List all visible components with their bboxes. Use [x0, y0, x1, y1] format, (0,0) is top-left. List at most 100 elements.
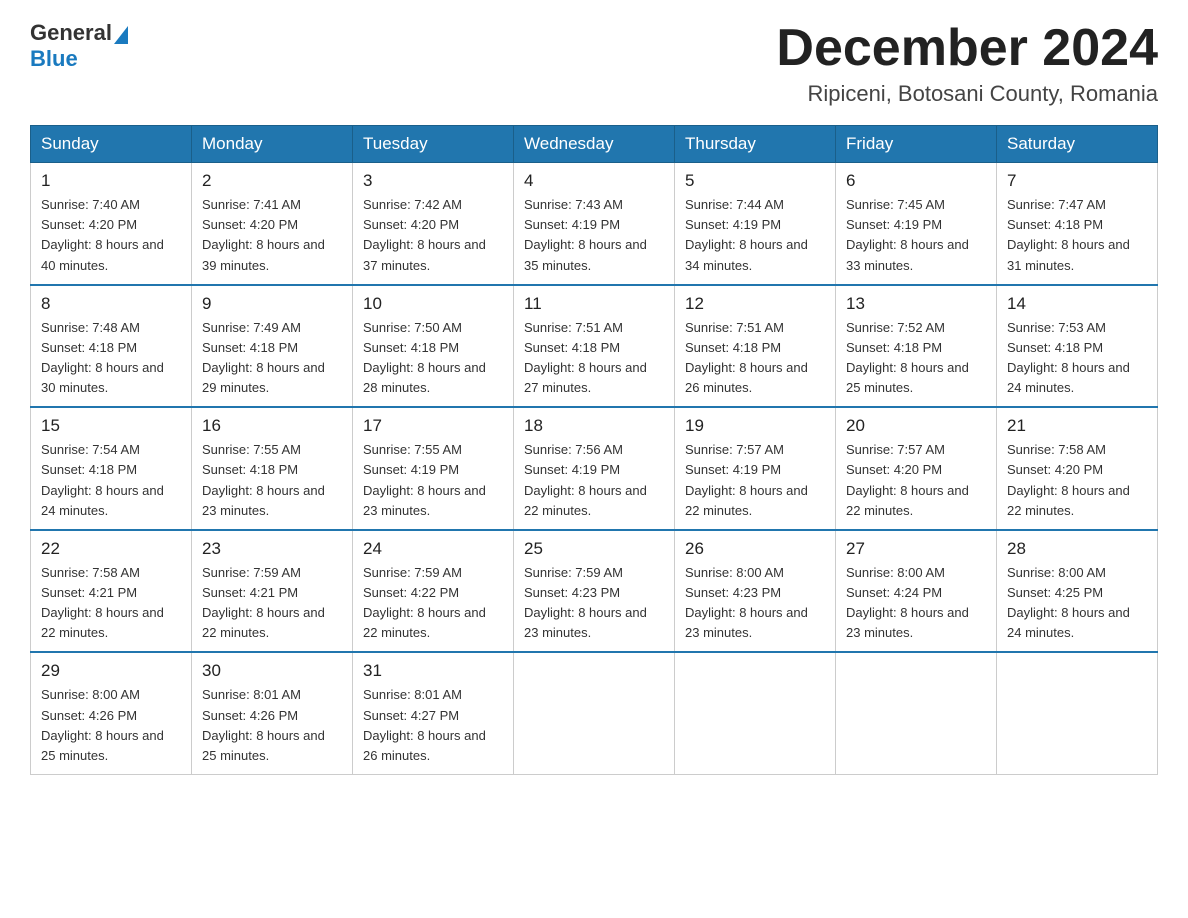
calendar-week-row: 15 Sunrise: 7:54 AMSunset: 4:18 PMDayligh… [31, 407, 1158, 530]
day-number: 11 [524, 294, 664, 314]
day-number: 2 [202, 171, 342, 191]
day-info: Sunrise: 8:00 AMSunset: 4:25 PMDaylight:… [1007, 563, 1147, 644]
day-number: 10 [363, 294, 503, 314]
day-info: Sunrise: 7:54 AMSunset: 4:18 PMDaylight:… [41, 440, 181, 521]
calendar-cell [997, 652, 1158, 774]
calendar-cell: 16 Sunrise: 7:55 AMSunset: 4:18 PMDayligh… [192, 407, 353, 530]
day-info: Sunrise: 7:48 AMSunset: 4:18 PMDaylight:… [41, 318, 181, 399]
calendar-cell [675, 652, 836, 774]
calendar-week-row: 29 Sunrise: 8:00 AMSunset: 4:26 PMDayligh… [31, 652, 1158, 774]
calendar-cell: 8 Sunrise: 7:48 AMSunset: 4:18 PMDaylight… [31, 285, 192, 408]
day-info: Sunrise: 7:59 AMSunset: 4:22 PMDaylight:… [363, 563, 503, 644]
day-info: Sunrise: 8:00 AMSunset: 4:26 PMDaylight:… [41, 685, 181, 766]
day-number: 1 [41, 171, 181, 191]
day-number: 24 [363, 539, 503, 559]
day-number: 22 [41, 539, 181, 559]
day-number: 12 [685, 294, 825, 314]
day-info: Sunrise: 7:43 AMSunset: 4:19 PMDaylight:… [524, 195, 664, 276]
month-title: December 2024 [776, 20, 1158, 77]
day-number: 23 [202, 539, 342, 559]
day-number: 25 [524, 539, 664, 559]
day-number: 7 [1007, 171, 1147, 191]
day-info: Sunrise: 7:57 AMSunset: 4:19 PMDaylight:… [685, 440, 825, 521]
day-info: Sunrise: 7:53 AMSunset: 4:18 PMDaylight:… [1007, 318, 1147, 399]
day-number: 4 [524, 171, 664, 191]
calendar-week-row: 1 Sunrise: 7:40 AMSunset: 4:20 PMDaylight… [31, 163, 1158, 285]
weekday-header-tuesday: Tuesday [353, 126, 514, 163]
calendar-cell: 27 Sunrise: 8:00 AMSunset: 4:24 PMDayligh… [836, 530, 997, 653]
day-number: 19 [685, 416, 825, 436]
page-header: General Blue December 2024 Ripiceni, Bot… [30, 20, 1158, 107]
calendar-cell: 9 Sunrise: 7:49 AMSunset: 4:18 PMDaylight… [192, 285, 353, 408]
day-info: Sunrise: 7:45 AMSunset: 4:19 PMDaylight:… [846, 195, 986, 276]
day-info: Sunrise: 7:50 AMSunset: 4:18 PMDaylight:… [363, 318, 503, 399]
calendar-cell: 3Sunrise: 7:42 AMSunset: 4:20 PMDaylight… [353, 163, 514, 285]
weekday-header-wednesday: Wednesday [514, 126, 675, 163]
calendar-cell: 17Sunrise: 7:55 AMSunset: 4:19 PMDayligh… [353, 407, 514, 530]
day-number: 26 [685, 539, 825, 559]
day-info: Sunrise: 7:47 AMSunset: 4:18 PMDaylight:… [1007, 195, 1147, 276]
day-info: Sunrise: 7:55 AMSunset: 4:18 PMDaylight:… [202, 440, 342, 521]
day-number: 13 [846, 294, 986, 314]
day-info: Sunrise: 7:59 AMSunset: 4:21 PMDaylight:… [202, 563, 342, 644]
day-number: 29 [41, 661, 181, 681]
calendar-cell: 2 Sunrise: 7:41 AMSunset: 4:20 PMDaylight… [192, 163, 353, 285]
calendar-cell: 21Sunrise: 7:58 AMSunset: 4:20 PMDayligh… [997, 407, 1158, 530]
calendar-cell: 15 Sunrise: 7:54 AMSunset: 4:18 PMDayligh… [31, 407, 192, 530]
day-number: 16 [202, 416, 342, 436]
day-info: Sunrise: 7:40 AMSunset: 4:20 PMDaylight:… [41, 195, 181, 276]
calendar-table: SundayMondayTuesdayWednesdayThursdayFrid… [30, 125, 1158, 775]
calendar-cell [836, 652, 997, 774]
calendar-cell: 7 Sunrise: 7:47 AMSunset: 4:18 PMDaylight… [997, 163, 1158, 285]
calendar-cell: 11 Sunrise: 7:51 AMSunset: 4:18 PMDayligh… [514, 285, 675, 408]
calendar-cell: 6 Sunrise: 7:45 AMSunset: 4:19 PMDaylight… [836, 163, 997, 285]
weekday-header-friday: Friday [836, 126, 997, 163]
day-number: 9 [202, 294, 342, 314]
day-number: 27 [846, 539, 986, 559]
day-number: 15 [41, 416, 181, 436]
weekday-header-monday: Monday [192, 126, 353, 163]
calendar-cell: 26 Sunrise: 8:00 AMSunset: 4:23 PMDayligh… [675, 530, 836, 653]
calendar-week-row: 22Sunrise: 7:58 AMSunset: 4:21 PMDayligh… [31, 530, 1158, 653]
calendar-cell: 4 Sunrise: 7:43 AMSunset: 4:19 PMDaylight… [514, 163, 675, 285]
calendar-cell: 18Sunrise: 7:56 AMSunset: 4:19 PMDayligh… [514, 407, 675, 530]
day-number: 18 [524, 416, 664, 436]
calendar-cell: 1 Sunrise: 7:40 AMSunset: 4:20 PMDaylight… [31, 163, 192, 285]
day-info: Sunrise: 7:41 AMSunset: 4:20 PMDaylight:… [202, 195, 342, 276]
day-number: 6 [846, 171, 986, 191]
logo: General Blue [30, 20, 130, 72]
day-info: Sunrise: 8:00 AMSunset: 4:24 PMDaylight:… [846, 563, 986, 644]
day-info: Sunrise: 8:00 AMSunset: 4:23 PMDaylight:… [685, 563, 825, 644]
day-number: 14 [1007, 294, 1147, 314]
calendar-cell: 28 Sunrise: 8:00 AMSunset: 4:25 PMDayligh… [997, 530, 1158, 653]
day-number: 20 [846, 416, 986, 436]
calendar-cell [514, 652, 675, 774]
day-number: 8 [41, 294, 181, 314]
calendar-cell: 20 Sunrise: 7:57 AMSunset: 4:20 PMDayligh… [836, 407, 997, 530]
day-info: Sunrise: 7:57 AMSunset: 4:20 PMDaylight:… [846, 440, 986, 521]
weekday-header-sunday: Sunday [31, 126, 192, 163]
calendar-week-row: 8 Sunrise: 7:48 AMSunset: 4:18 PMDaylight… [31, 285, 1158, 408]
calendar-cell: 31Sunrise: 8:01 AMSunset: 4:27 PMDayligh… [353, 652, 514, 774]
calendar-cell: 25Sunrise: 7:59 AMSunset: 4:23 PMDayligh… [514, 530, 675, 653]
day-info: Sunrise: 7:49 AMSunset: 4:18 PMDaylight:… [202, 318, 342, 399]
calendar-cell: 24 Sunrise: 7:59 AMSunset: 4:22 PMDayligh… [353, 530, 514, 653]
logo-blue-text: Blue [30, 46, 78, 72]
calendar-cell: 13 Sunrise: 7:52 AMSunset: 4:18 PMDayligh… [836, 285, 997, 408]
calendar-cell: 29 Sunrise: 8:00 AMSunset: 4:26 PMDayligh… [31, 652, 192, 774]
calendar-cell: 5 Sunrise: 7:44 AMSunset: 4:19 PMDaylight… [675, 163, 836, 285]
day-number: 5 [685, 171, 825, 191]
day-info: Sunrise: 7:44 AMSunset: 4:19 PMDaylight:… [685, 195, 825, 276]
calendar-cell: 12Sunrise: 7:51 AMSunset: 4:18 PMDayligh… [675, 285, 836, 408]
day-info: Sunrise: 7:51 AMSunset: 4:18 PMDaylight:… [524, 318, 664, 399]
day-number: 21 [1007, 416, 1147, 436]
day-info: Sunrise: 7:52 AMSunset: 4:18 PMDaylight:… [846, 318, 986, 399]
logo-triangle-icon [114, 26, 128, 44]
day-info: Sunrise: 8:01 AMSunset: 4:27 PMDaylight:… [363, 685, 503, 766]
calendar-cell: 14 Sunrise: 7:53 AMSunset: 4:18 PMDayligh… [997, 285, 1158, 408]
day-number: 28 [1007, 539, 1147, 559]
weekday-header-row: SundayMondayTuesdayWednesdayThursdayFrid… [31, 126, 1158, 163]
calendar-cell: 10 Sunrise: 7:50 AMSunset: 4:18 PMDayligh… [353, 285, 514, 408]
calendar-cell: 22Sunrise: 7:58 AMSunset: 4:21 PMDayligh… [31, 530, 192, 653]
day-info: Sunrise: 8:01 AMSunset: 4:26 PMDaylight:… [202, 685, 342, 766]
